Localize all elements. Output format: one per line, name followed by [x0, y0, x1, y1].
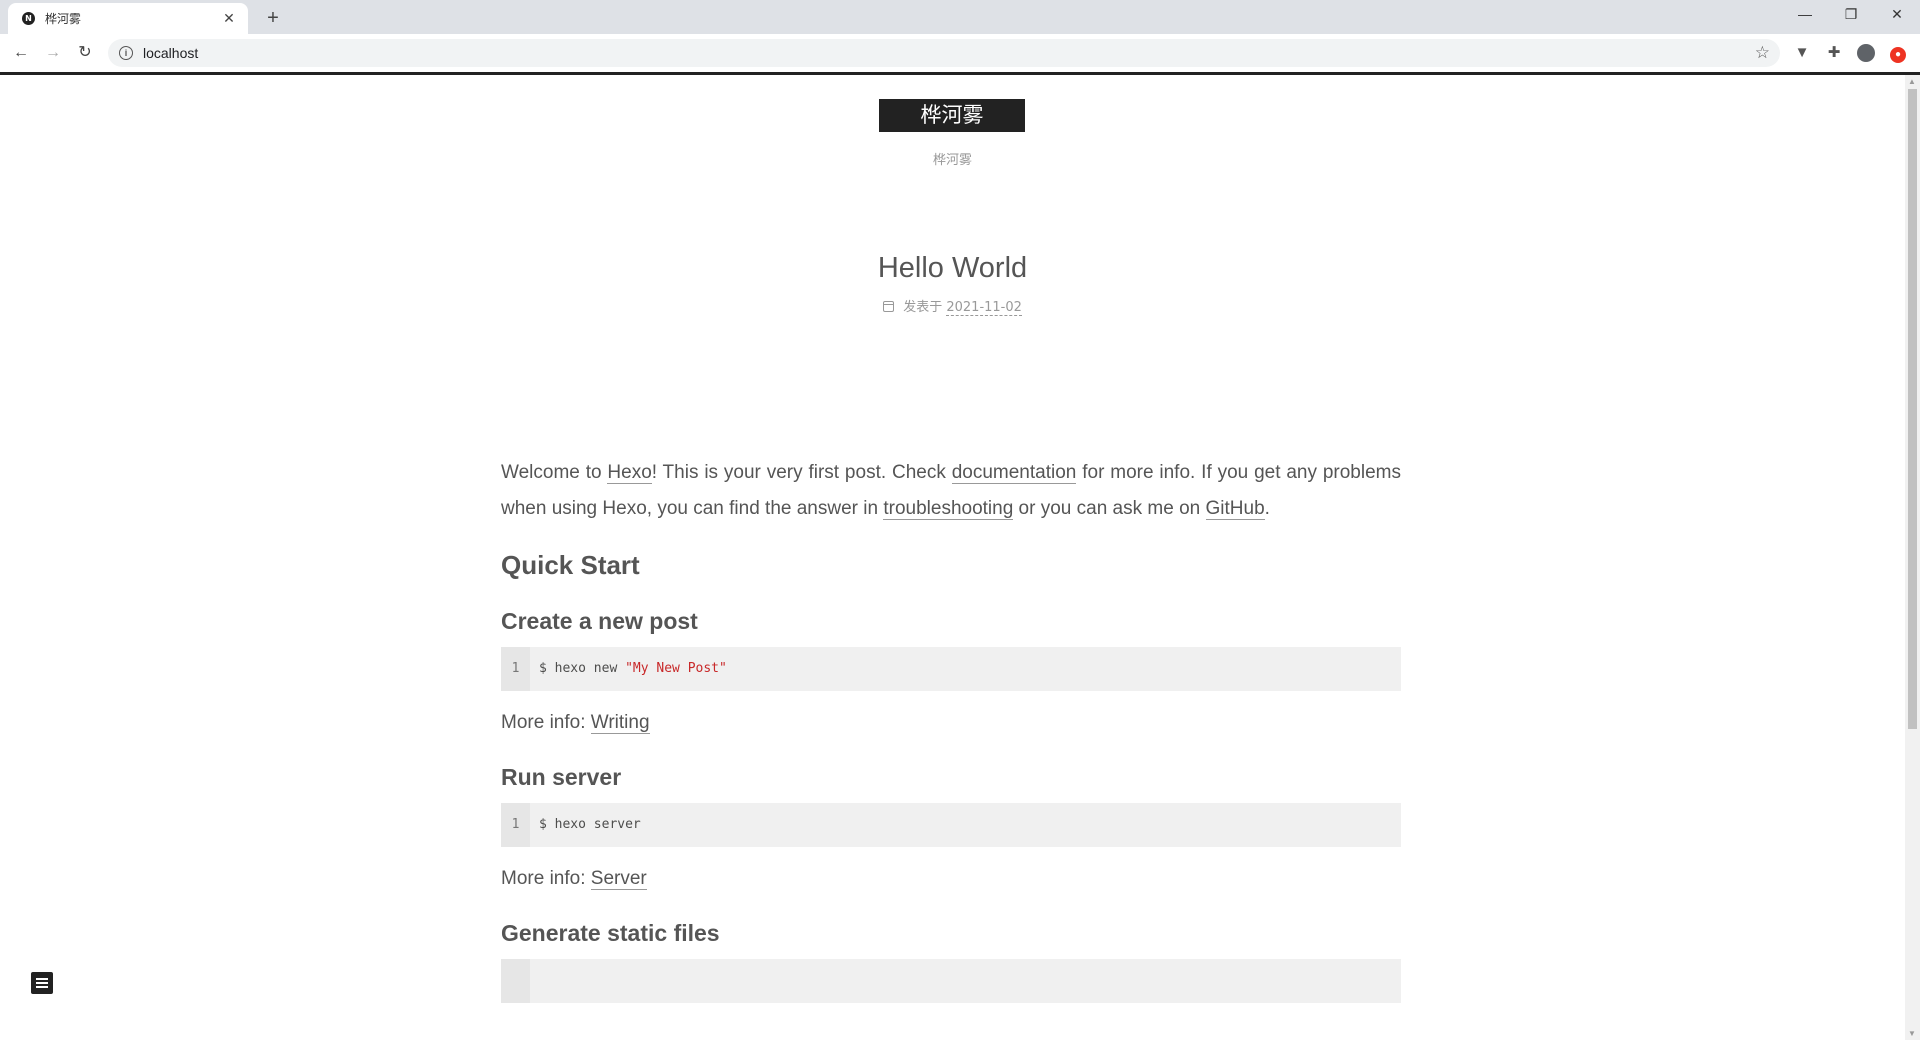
intro-text: .	[1264, 498, 1270, 519]
extension-red-icon[interactable]: ●	[1887, 42, 1909, 64]
generate-static-heading: Generate static files	[501, 920, 720, 946]
page-scrollbar[interactable]: ▲ ▼	[1905, 75, 1920, 1040]
site-subtitle: 桦河雾	[932, 153, 972, 168]
create-post-heading: Create a new post	[501, 608, 698, 634]
more-info-label: More info:	[501, 868, 591, 889]
site-favicon-icon: N	[22, 12, 35, 25]
scroll-up-icon[interactable]: ▲	[1908, 77, 1916, 86]
more-info-label: More info:	[501, 712, 591, 733]
code-line: $ hexo new "My New Post"	[530, 651, 727, 687]
sidebar-toggle-button[interactable]	[31, 972, 53, 994]
hexo-link[interactable]: Hexo	[607, 462, 652, 484]
intro-text: ! This is your very first post. Check	[651, 462, 952, 483]
documentation-link[interactable]: documentation	[951, 462, 1077, 484]
scrollbar-thumb[interactable]	[1908, 89, 1917, 729]
site-info-icon[interactable]: i	[119, 46, 133, 60]
writing-link[interactable]: Writing	[590, 712, 650, 734]
code-block	[501, 959, 1401, 1003]
line-number: 1	[501, 647, 530, 691]
back-button[interactable]: ←	[10, 42, 32, 64]
address-bar[interactable]: i localhost ☆	[108, 39, 1780, 67]
bookmark-star-icon[interactable]: ☆	[1755, 43, 1770, 63]
code-line: $ hexo server	[530, 807, 641, 843]
minimize-window-button[interactable]: —	[1782, 0, 1828, 30]
scroll-down-icon[interactable]: ▼	[1908, 1029, 1916, 1038]
line-number	[501, 959, 530, 1003]
restore-window-button[interactable]: ❐	[1828, 0, 1874, 30]
tab-title: 桦河雾	[45, 12, 82, 26]
extensions-puzzle-icon[interactable]: ✚	[1823, 42, 1845, 64]
code-block: 1 $ hexo server	[501, 803, 1401, 847]
extension-filter-icon[interactable]: ▼	[1791, 42, 1813, 64]
intro-paragraph: Welcome to Hexo! This is your very first…	[501, 455, 1401, 527]
post-title[interactable]: Hello World	[0, 252, 1905, 285]
more-info-paragraph: More info: Server	[501, 861, 1401, 897]
troubleshooting-link[interactable]: troubleshooting	[883, 498, 1014, 520]
code-command: $ hexo server	[539, 817, 641, 832]
tab-strip: N 桦河雾 ✕ + — ❐ ✕	[0, 0, 1920, 34]
code-command: $ hexo new	[539, 661, 626, 676]
run-server-heading: Run server	[501, 764, 622, 790]
close-window-button[interactable]: ✕	[1874, 0, 1920, 30]
server-link[interactable]: Server	[590, 868, 647, 890]
post-body: Welcome to Hexo! This is your very first…	[501, 455, 1401, 1003]
code-block: 1 $ hexo new "My New Post"	[501, 647, 1401, 691]
line-number: 1	[501, 803, 530, 847]
close-tab-icon[interactable]: ✕	[220, 10, 238, 27]
code-string: "My New Post"	[625, 661, 727, 676]
quick-start-heading: Quick Start	[501, 550, 640, 580]
browser-toolbar: ← → ↻ i localhost ☆ ▼ ✚ ●	[0, 34, 1920, 72]
intro-text: or you can ask me on	[1013, 498, 1206, 519]
site-brand[interactable]: 桦河雾	[879, 99, 1025, 132]
github-link[interactable]: GitHub	[1205, 498, 1265, 520]
new-tab-button[interactable]: +	[260, 5, 286, 31]
more-info-paragraph: More info: Writing	[501, 705, 1401, 741]
browser-tab[interactable]: N 桦河雾 ✕	[8, 3, 248, 34]
post-meta: 发表于 2021-11-02	[0, 296, 1905, 316]
post-meta-label: 发表于	[903, 300, 943, 315]
intro-text: Welcome to	[501, 462, 608, 483]
profile-avatar-icon[interactable]	[1855, 42, 1877, 64]
reload-button[interactable]: ↻	[74, 42, 96, 64]
post-date[interactable]: 2021-11-02	[946, 300, 1022, 316]
calendar-icon	[883, 301, 895, 312]
forward-button[interactable]: →	[42, 42, 64, 64]
url-text[interactable]: localhost	[143, 45, 198, 61]
